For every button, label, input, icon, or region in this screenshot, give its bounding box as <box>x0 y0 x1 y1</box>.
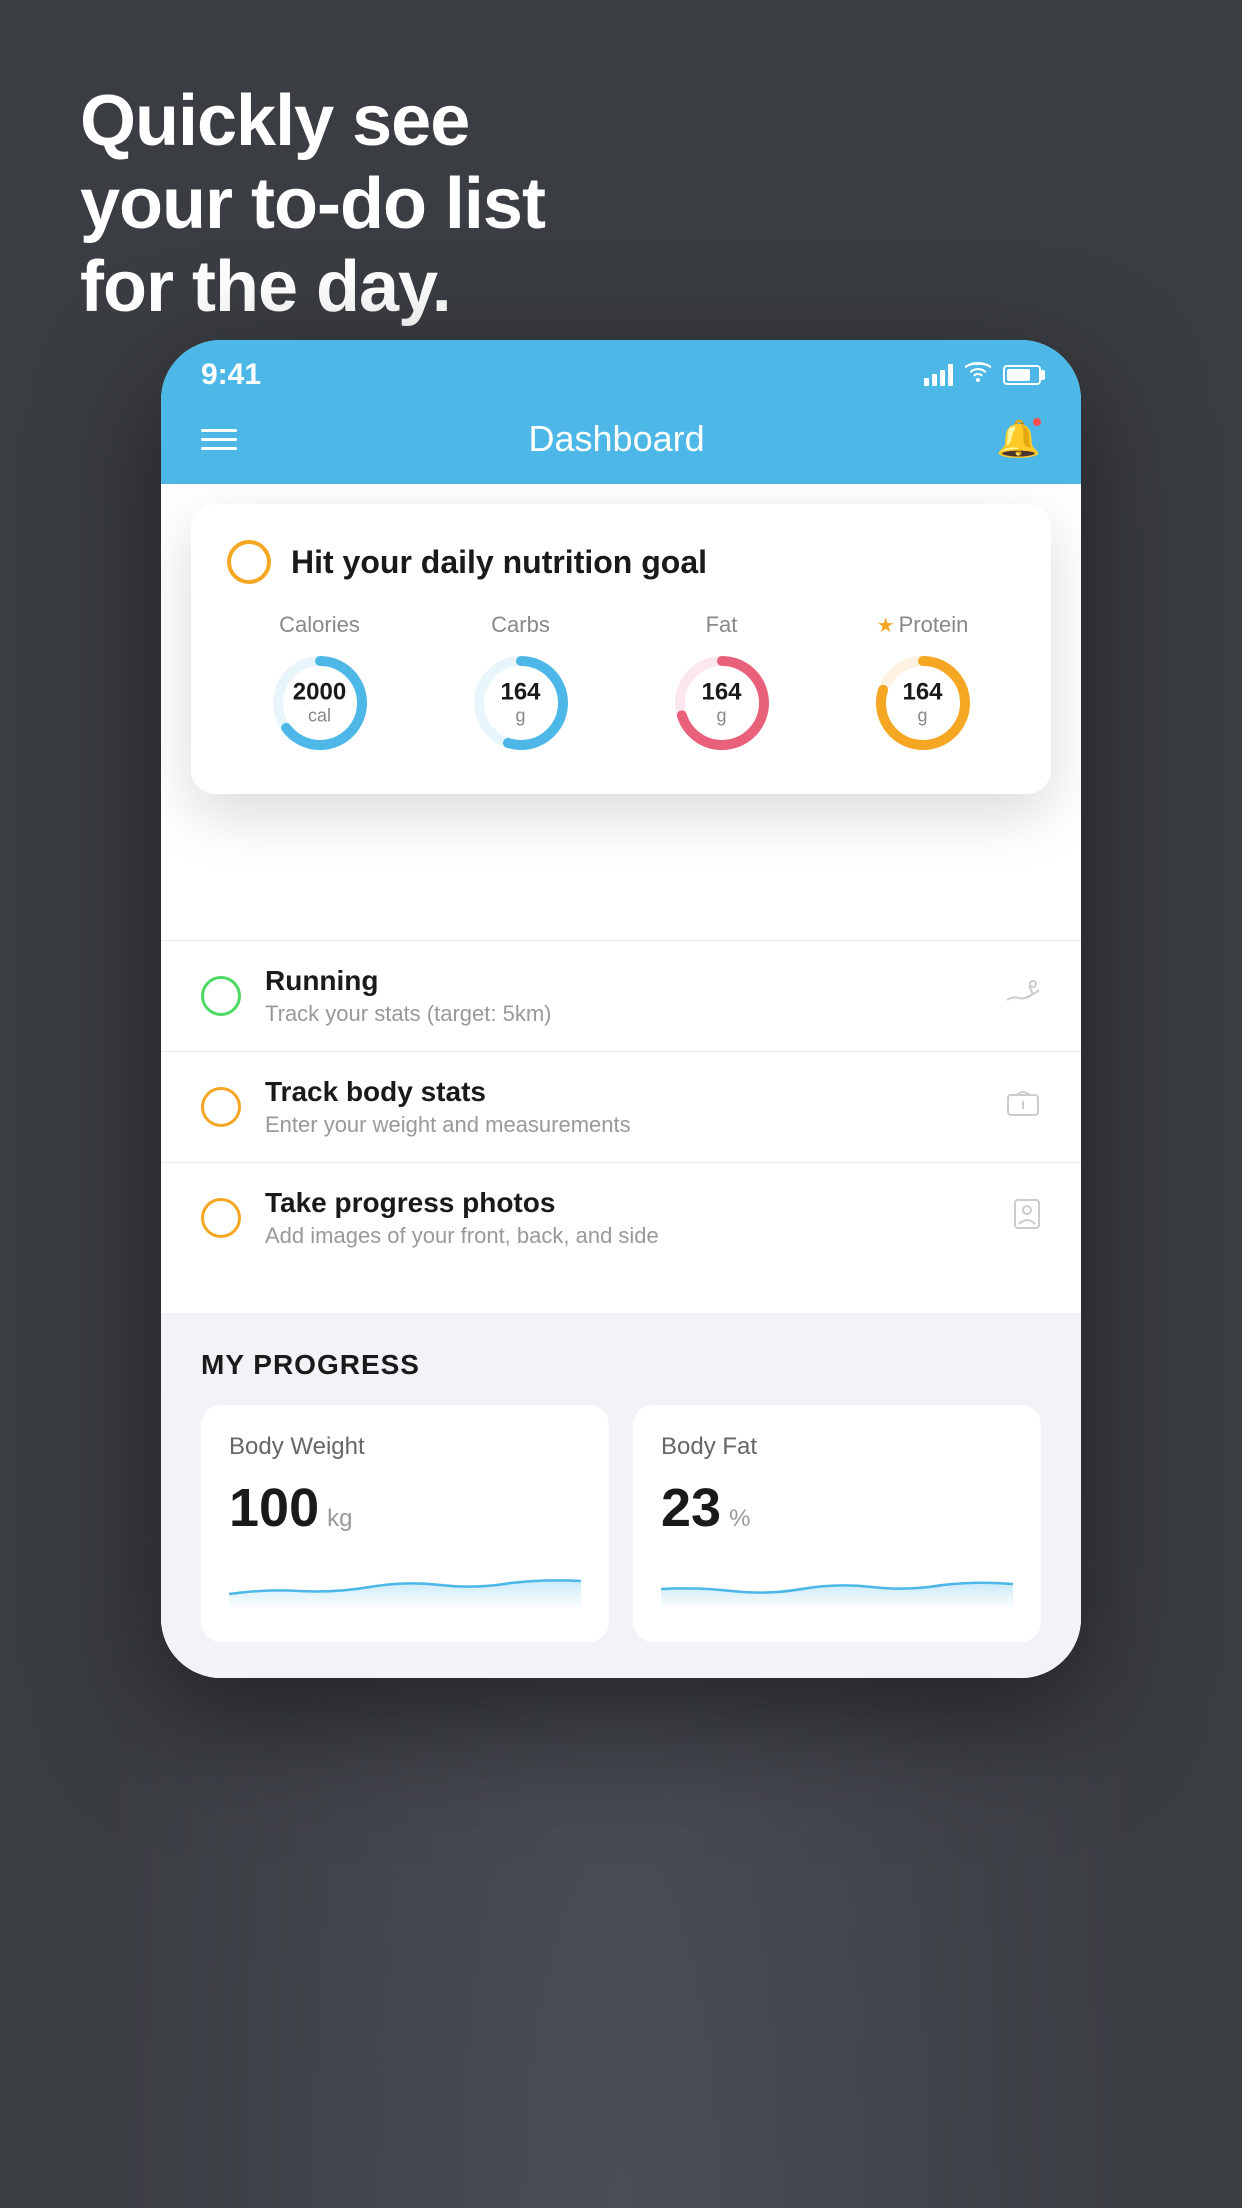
signal-icon <box>924 364 953 386</box>
body-fat-sparkline <box>661 1559 1013 1609</box>
floating-card: Hit your daily nutrition goal Calories 2… <box>191 504 1051 794</box>
fat-unit: g <box>716 706 726 726</box>
body-weight-card[interactable]: Body Weight 100 kg <box>201 1405 609 1642</box>
fat-item: Fat 164 g <box>667 612 777 758</box>
battery-icon <box>1003 365 1041 385</box>
body-weight-sparkline <box>229 1559 581 1609</box>
running-icon <box>1005 978 1041 1014</box>
fat-donut: 164 g <box>667 648 777 758</box>
nav-title: Dashboard <box>529 418 705 460</box>
task-check-circle[interactable] <box>227 540 271 584</box>
protein-label-row: ★ Protein <box>877 612 969 638</box>
todo-subtitle-body-stats: Enter your weight and measurements <box>265 1112 981 1138</box>
todo-circle-photos <box>201 1198 241 1238</box>
nutrition-row: Calories 2000 cal Carbs <box>227 612 1015 758</box>
body-weight-value: 100 <box>229 1477 319 1539</box>
fat-value: 164 <box>701 679 741 705</box>
progress-title: MY PROGRESS <box>201 1349 1041 1381</box>
headline: Quickly see your to-do list for the day. <box>80 80 545 328</box>
notification-dot <box>1031 416 1043 428</box>
todo-subtitle-running: Track your stats (target: 5km) <box>265 1001 981 1027</box>
todo-title-body-stats: Track body stats <box>265 1076 981 1108</box>
scale-icon <box>1005 1089 1041 1125</box>
content-area: THINGS TO DO TODAY Hit your daily nutrit… <box>161 484 1081 1678</box>
body-weight-value-row: 100 kg <box>229 1477 581 1539</box>
calories-unit: cal <box>308 706 331 726</box>
carbs-item: Carbs 164 g <box>466 612 576 758</box>
todo-circle-running <box>201 976 241 1016</box>
hamburger-menu[interactable] <box>201 429 237 450</box>
protein-label: Protein <box>899 612 969 638</box>
carbs-unit: g <box>515 706 525 726</box>
body-fat-card[interactable]: Body Fat 23 % <box>633 1405 1041 1642</box>
status-time: 9:41 <box>201 358 261 392</box>
carbs-donut: 164 g <box>466 648 576 758</box>
body-fat-unit: % <box>729 1505 750 1533</box>
body-weight-unit: kg <box>327 1505 352 1533</box>
todo-item-photos[interactable]: Take progress photos Add images of your … <box>161 1162 1081 1273</box>
progress-cards: Body Weight 100 kg <box>201 1405 1041 1642</box>
star-icon: ★ <box>877 613 895 638</box>
calories-item: Calories 2000 cal <box>265 612 375 758</box>
todo-circle-body-stats <box>201 1087 241 1127</box>
calories-label: Calories <box>279 612 360 638</box>
todo-item-running[interactable]: Running Track your stats (target: 5km) <box>161 940 1081 1051</box>
todo-text-running: Running Track your stats (target: 5km) <box>265 965 981 1027</box>
progress-section: MY PROGRESS Body Weight 100 kg <box>161 1313 1081 1678</box>
body-weight-card-title: Body Weight <box>229 1433 581 1461</box>
carbs-value: 164 <box>500 679 540 705</box>
protein-unit: g <box>917 706 927 726</box>
protein-item: ★ Protein 164 g <box>868 612 978 758</box>
protein-donut: 164 g <box>868 648 978 758</box>
body-fat-card-title: Body Fat <box>661 1433 1013 1461</box>
calories-donut: 2000 cal <box>265 648 375 758</box>
carbs-label: Carbs <box>491 612 550 638</box>
body-fat-value: 23 <box>661 1477 721 1539</box>
nav-bar: Dashboard 🔔 <box>161 402 1081 484</box>
todo-title-photos: Take progress photos <box>265 1187 989 1219</box>
fat-label: Fat <box>706 612 738 638</box>
todo-item-body-stats[interactable]: Track body stats Enter your weight and m… <box>161 1051 1081 1162</box>
status-icons <box>924 362 1041 388</box>
todo-text-photos: Take progress photos Add images of your … <box>265 1187 989 1249</box>
wifi-icon <box>965 362 991 388</box>
person-icon <box>1013 1198 1041 1238</box>
calories-value: 2000 <box>293 679 346 705</box>
protein-value: 164 <box>902 679 942 705</box>
card-title: Hit your daily nutrition goal <box>291 544 707 581</box>
todo-subtitle-photos: Add images of your front, back, and side <box>265 1223 989 1249</box>
body-fat-value-row: 23 % <box>661 1477 1013 1539</box>
todo-text-body-stats: Track body stats Enter your weight and m… <box>265 1076 981 1138</box>
phone-frame: 9:41 Dashboard 🔔 <box>161 340 1081 1678</box>
todo-title-running: Running <box>265 965 981 997</box>
bell-icon[interactable]: 🔔 <box>996 418 1041 460</box>
status-bar: 9:41 <box>161 340 1081 402</box>
